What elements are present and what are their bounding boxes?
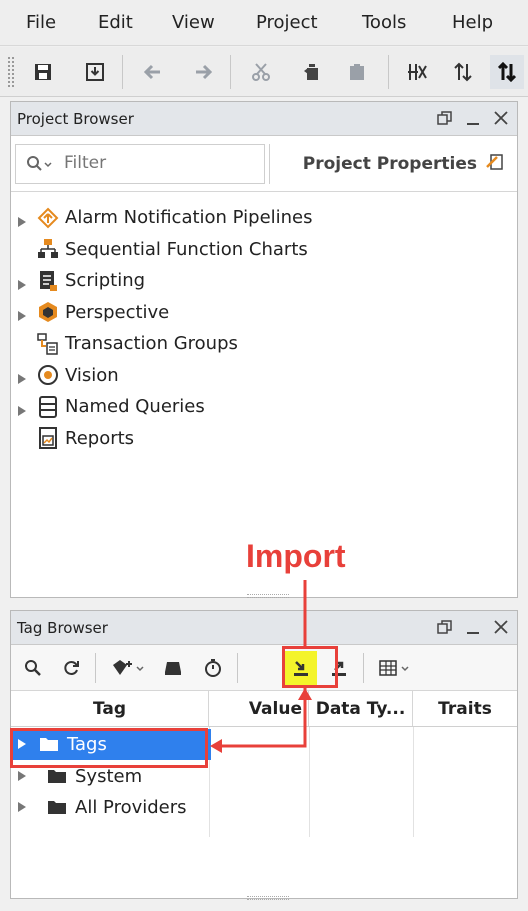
annotation-arrows — [210, 580, 312, 753]
